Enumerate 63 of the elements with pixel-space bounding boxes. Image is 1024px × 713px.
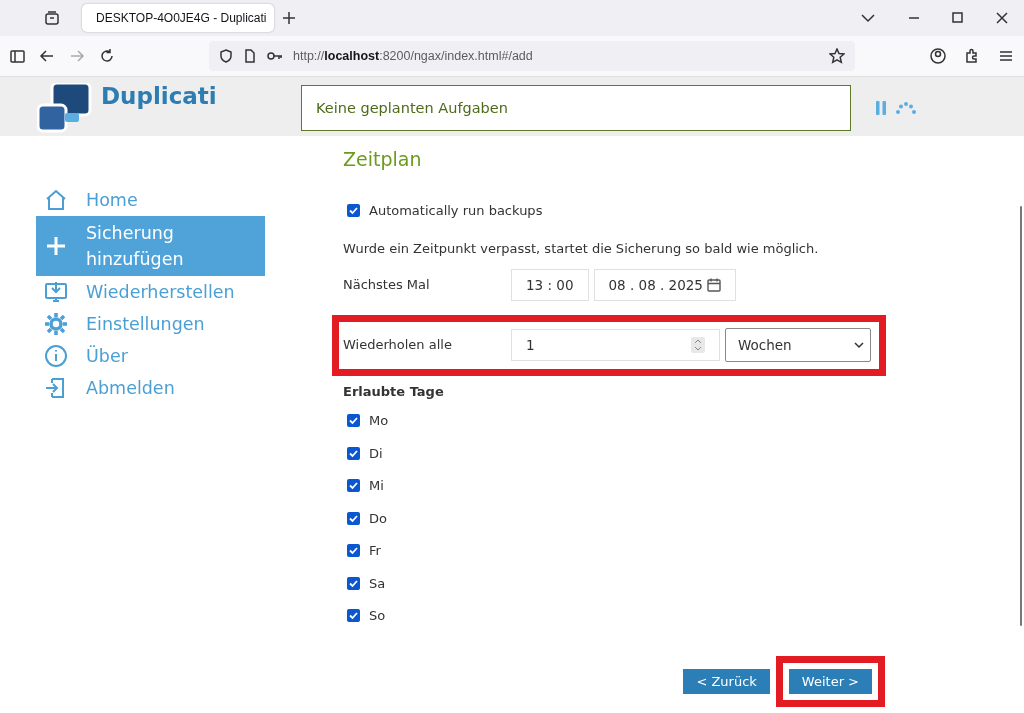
field-label: Nächstes Mal [343,277,431,292]
next-button[interactable]: Weiter > [788,669,872,694]
new-tab-icon[interactable] [282,11,296,25]
checkbox-label: Mo [369,413,389,429]
tab-list-icon[interactable] [44,10,60,26]
key-icon [267,49,283,63]
plus-icon [44,234,68,258]
nav-item[interactable]: Über [36,340,265,372]
back-button[interactable]: < Zurück [683,669,770,694]
page-icon [243,49,257,63]
spinner-icon[interactable] [691,336,705,353]
chevron-down-icon [854,340,864,349]
checkbox-label: Di [369,445,383,461]
reload-icon[interactable] [99,48,115,64]
gear-icon [44,312,68,336]
checkbox-label: Sa [369,575,386,591]
checkbox[interactable] [347,414,360,428]
app-logo-text: Duplicati [101,83,218,109]
section-title: Zeitplan [343,148,423,170]
chevron-down-icon[interactable] [860,11,876,25]
status-message: Keine geplanten Aufgaben [301,85,851,131]
nav-item[interactable]: Abmelden [36,372,265,404]
checkbox-label: So [369,608,386,624]
scrollbar[interactable] [1020,206,1022,626]
shield-icon [219,49,233,63]
nav-item[interactable]: Wiederherstellen [36,276,265,308]
checkbox[interactable] [347,609,360,623]
checkbox-label: Do [369,510,387,526]
url-text: http://localhost:8200/ngax/index.html#/add [293,49,534,63]
checkbox[interactable] [347,446,360,460]
maximize-icon[interactable] [952,12,964,24]
checkbox[interactable] [347,576,360,590]
nav-item[interactable]: Einstellungen [36,308,265,340]
home-icon [44,188,68,212]
extensions-icon[interactable] [964,48,980,64]
nav-item[interactable]: Home [36,184,265,216]
star-icon[interactable] [829,48,845,64]
calendar-icon[interactable] [707,277,722,292]
account-icon[interactable] [930,48,946,64]
close-icon[interactable] [996,12,1008,24]
unit-dropdown[interactable]: Wochen [725,327,871,362]
checkbox[interactable] [347,203,360,217]
checkbox[interactable] [347,479,360,493]
checkbox[interactable] [347,511,360,525]
time-field[interactable]: 13 : 00 [511,268,589,301]
number-field[interactable]: 1 [511,328,720,361]
menu-icon[interactable] [998,48,1014,64]
checkbox[interactable] [347,544,360,558]
field-label: Wiederholen alle [343,337,453,352]
checkbox-label: Fr [369,543,381,559]
date-field[interactable]: 08 . 08 . 2025 [593,268,737,301]
back-icon[interactable] [39,48,55,64]
group-title: Erlaubte Tage [343,383,445,399]
nav-item[interactable]: Sicherung hinzufügen [36,216,265,276]
browser-tab[interactable]: DESKTOP-4O0JE4G - Duplicati [82,4,274,32]
tab-title: DESKTOP-4O0JE4G - Duplicati [96,11,267,25]
address-bar[interactable]: http://localhost:8200/ngax/index.html#/add [209,41,855,71]
info-text: Wurde ein Zeitpunkt verpasst, startet die Sicherung so bald wie möglich. [343,240,820,256]
sidebar-icon[interactable] [10,48,25,64]
info-icon [44,344,68,368]
checkbox-label: Automatically run backups [369,202,543,218]
checkbox-label: Mi [369,478,384,494]
download-monitor-icon [44,280,68,304]
